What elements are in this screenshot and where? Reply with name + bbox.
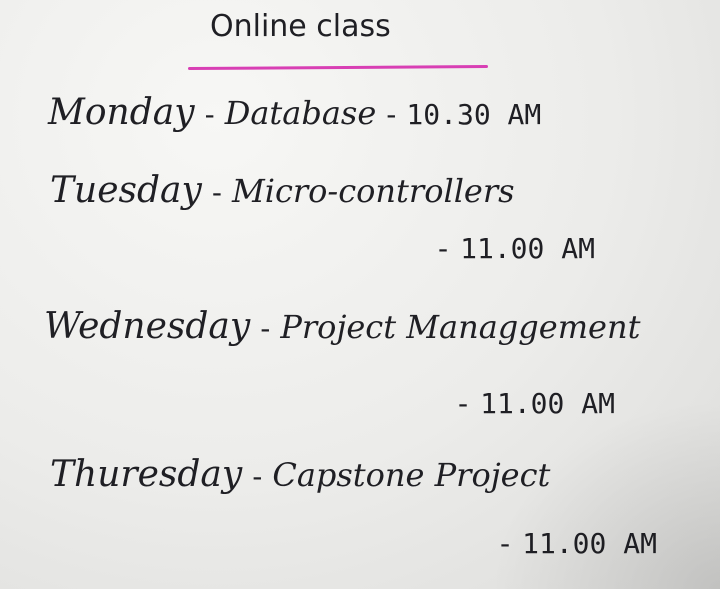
schedule-dash: - bbox=[211, 176, 222, 209]
schedule-time-row-tuesday: - 11.00 AM bbox=[438, 232, 595, 265]
handwritten-note-page: Online class Monday - Database - 10.30 A… bbox=[0, 0, 720, 589]
schedule-dash: - bbox=[252, 460, 263, 493]
schedule-subject: Capstone Project bbox=[272, 456, 551, 494]
schedule-day: Tuesday bbox=[50, 170, 202, 211]
schedule-separator: - bbox=[458, 387, 469, 420]
schedule-day: Thuresday bbox=[50, 454, 243, 495]
schedule-time-row-wednesday: - 11.00 AM bbox=[458, 387, 615, 420]
schedule-subject: Micro-controllers bbox=[231, 172, 515, 210]
schedule-time: 11.00 AM bbox=[522, 527, 657, 560]
schedule-time: 11.00 AM bbox=[460, 232, 595, 265]
schedule-dash: - bbox=[204, 98, 215, 131]
schedule-separator: - bbox=[386, 98, 397, 131]
schedule-time: 11.00 AM bbox=[480, 387, 615, 420]
schedule-row-tuesday: Tuesday - Micro-controllers bbox=[50, 170, 515, 211]
schedule-day: Wednesday bbox=[44, 306, 251, 347]
schedule-day: Monday bbox=[48, 92, 195, 133]
schedule-row-monday: Monday - Database - 10.30 AM bbox=[48, 92, 541, 133]
schedule-row-wednesday: Wednesday - Project Managgement bbox=[44, 306, 640, 347]
schedule-separator: - bbox=[438, 232, 449, 265]
schedule-subject: Database bbox=[224, 94, 377, 132]
title-underline bbox=[187, 64, 489, 71]
note-title: Online class bbox=[210, 9, 391, 44]
schedule-separator: - bbox=[500, 527, 511, 560]
schedule-time-row-thursday: - 11.00 AM bbox=[500, 527, 657, 560]
schedule-dash: - bbox=[260, 312, 271, 345]
schedule-subject: Project Managgement bbox=[280, 308, 641, 346]
schedule-row-thursday: Thuresday - Capstone Project bbox=[50, 454, 550, 495]
schedule-time: 10.30 AM bbox=[406, 98, 542, 131]
